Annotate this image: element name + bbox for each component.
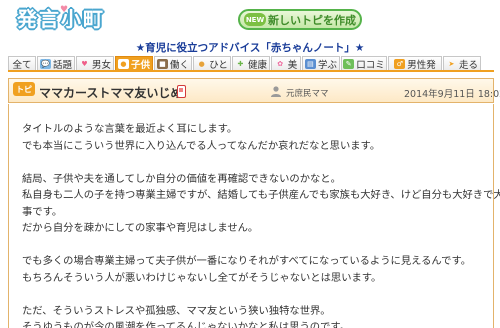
tab-label: 口コミ (356, 59, 385, 71)
body-line: そうゆうものが今の風潮を作ってるんじゃないかなと私は思うのです。 (22, 321, 350, 328)
post-date: 2014年9月11日 18:02 (404, 89, 500, 100)
tab-beauty[interactable]: ✿ 美 (271, 56, 301, 71)
author-name[interactable]: 元庶民ママ (286, 87, 329, 99)
body-line: 事です。 (22, 205, 63, 218)
tab-label: 男性発 (407, 59, 436, 71)
body-line: 結局、子供や夫を通してしか自分の価値を再確認できないのかなと。 (22, 172, 341, 185)
tab-health[interactable]: ✚ 健康 (232, 56, 270, 71)
tab-people[interactable]: ● ひと (193, 56, 231, 71)
new-topic-button[interactable]: NEW 新しいトピを作成 (238, 9, 362, 30)
book-icon: ▤ (304, 58, 316, 69)
body-line: タイトルのような言葉を最近よく耳にします。 (22, 123, 238, 135)
people-icon: ● (198, 59, 205, 68)
new-topic-label: 新しいトピを作成 (268, 13, 356, 27)
tab-learn[interactable]: ▤ 学ぶ (302, 56, 340, 71)
logo-heart-icon: ♥ (60, 5, 69, 15)
tab-all[interactable]: 全て (8, 56, 36, 71)
topic-title: ママカーストママ友いじめ (39, 86, 183, 100)
paragraph: 結局、子供や夫を通してしか自分の価値を再確認できないのかなと。 私自身も二人の子… (22, 171, 500, 237)
tab-reviews[interactable]: ✎ 口コミ (341, 56, 387, 71)
male-icon: ♂ (394, 58, 406, 69)
speech-icon: 💬 (39, 58, 51, 69)
tab-topics[interactable]: 💬 話題 (37, 56, 75, 71)
paragraph: でも多くの場合専業主婦って夫子供が一番になりそれがすべてになっているように見える… (22, 253, 493, 286)
tab-work[interactable]: ■ 働く (154, 56, 192, 71)
body-line: でも多くの場合専業主婦って夫子供が一番になりそれがすべてになっているように見える… (22, 255, 472, 267)
tab-run[interactable]: ➤ 走る (443, 56, 481, 71)
mobile-phone-icon (177, 85, 186, 98)
tab-relationships[interactable]: ♥ 男女 (76, 56, 114, 71)
body-line: だから自分を疎かにしての家事や育児はしません。 (22, 222, 259, 234)
paragraph: タイトルのような言葉を最近よく耳にします。 でも本当にこういう世界に入り込んでる… (22, 121, 493, 154)
run-icon: ➤ (448, 59, 455, 68)
health-icon: ✚ (237, 59, 244, 68)
site-header: 発言小町 ♥ NEW 新しいトピを作成 (0, 0, 500, 36)
new-badge: NEW (244, 13, 266, 26)
child-icon: ● (117, 58, 129, 69)
beauty-icon: ✿ (277, 59, 284, 68)
body-line: でも本当にこういう世界に入り込んでる人ってなんだか哀れだなと思います。 (22, 139, 381, 152)
tab-label: 美 (287, 59, 298, 71)
tab-label: 話題 (52, 59, 72, 71)
tab-label: 健康 (247, 59, 267, 71)
tab-label: 男女 (91, 59, 111, 71)
promo-link[interactable]: ★育児に役立つアドバイス「赤ちゃんノート」★ (0, 40, 500, 54)
topic-badge: トピ (13, 82, 35, 96)
post-body: タイトルのような言葉を最近よく耳にします。 でも本当にこういう世界に入り込んでる… (8, 104, 500, 328)
body-line: 私自身も二人の子を持つ専業主婦ですが、結婚しても子供産んでも家族も大好き、けど自… (22, 189, 500, 201)
paragraph: ただ、そういうストレスや孤独感、ママ友という狭い独特な世界。 そうゆうものが今の… (22, 303, 493, 328)
tab-label: 学ぶ (317, 59, 337, 71)
author-avatar-icon (271, 86, 281, 97)
tab-male[interactable]: ♂ 男性発 (388, 56, 442, 71)
body-line: もちろんそういう人が悪いわけじゃないし全てがそうじゃないとは思います。 (22, 271, 382, 284)
briefcase-icon: ■ (156, 58, 168, 69)
tab-label: ひと (209, 59, 228, 71)
tab-label: 子供 (130, 59, 150, 71)
heart-icon: ♥ (81, 59, 88, 68)
tab-label: 全て (12, 59, 32, 71)
tab-children[interactable]: ● 子供 (115, 56, 153, 71)
topic-header: トピ ママカーストママ友いじめ 元庶民ママ 2014年9月11日 18:02 (8, 78, 500, 103)
body-line: ただ、そういうストレスや孤独感、ママ友という狭い独特な世界。 (22, 304, 331, 317)
site-logo[interactable]: 発言小町 ♥ (8, 3, 114, 31)
tab-label: 働く (169, 59, 189, 71)
category-tabs: 全て 💬 話題 ♥ 男女 ● 子供 ■ 働く ● ひと ✚ 健康 ✿ 美 ▤ 学ぶ ✎ 口コミ ♂… (8, 56, 494, 72)
review-icon: ✎ (343, 58, 355, 69)
tab-label: 走る (458, 59, 478, 71)
